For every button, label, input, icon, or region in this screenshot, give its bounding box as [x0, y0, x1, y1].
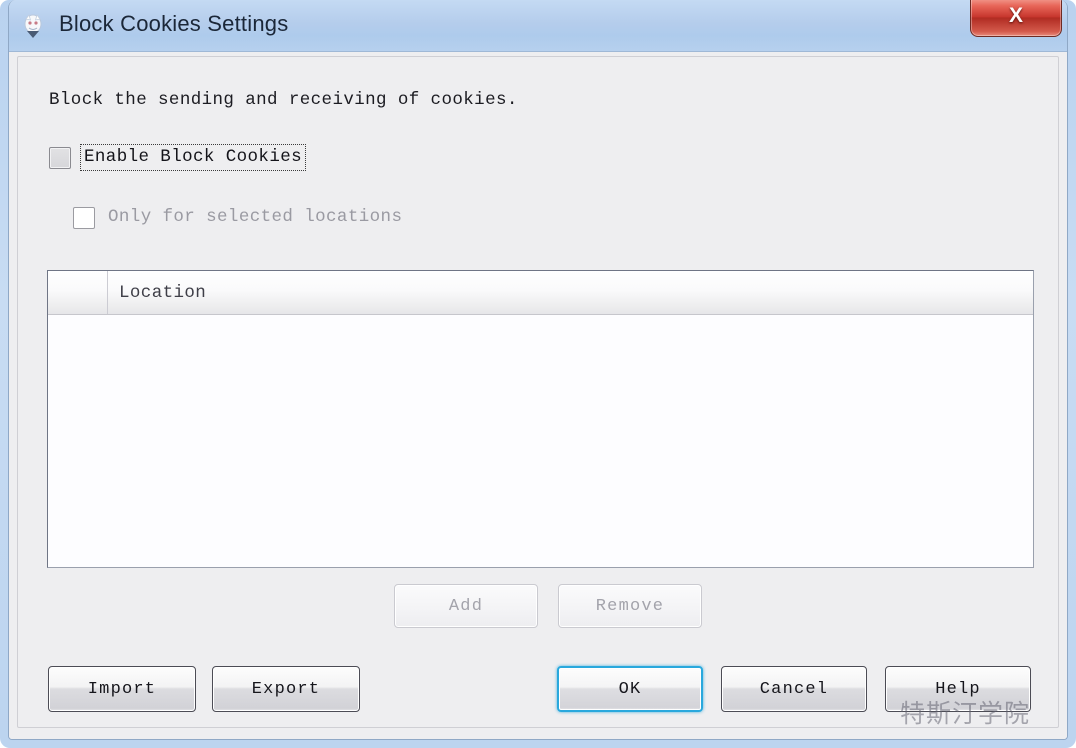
enable-block-cookies-label: Enable Block Cookies: [80, 144, 307, 171]
client-area: Block the sending and receiving of cooki…: [9, 52, 1067, 739]
only-selected-locations-row: Only for selected locations: [73, 204, 406, 231]
help-button[interactable]: Help: [885, 666, 1031, 712]
dialog-window-frame: Block Cookies Settings X Block the sendi…: [0, 0, 1076, 748]
import-button[interactable]: Import: [48, 666, 196, 712]
add-button[interactable]: Add: [394, 584, 538, 628]
dialog-window: Block Cookies Settings X Block the sendi…: [8, 0, 1068, 740]
column-header-location[interactable]: Location: [109, 271, 206, 314]
enable-block-cookies-row[interactable]: Enable Block Cookies: [49, 144, 307, 171]
cancel-button[interactable]: Cancel: [721, 666, 867, 712]
locations-list-body[interactable]: [48, 315, 1033, 567]
locations-list-header: Location: [48, 271, 1033, 315]
column-header-select[interactable]: [48, 271, 108, 314]
app-icon: [19, 11, 47, 41]
title-bar[interactable]: Block Cookies Settings X: [9, 0, 1067, 52]
description-text: Block the sending and receiving of cooki…: [49, 90, 518, 110]
locations-list[interactable]: Location: [47, 270, 1034, 568]
window-title: Block Cookies Settings: [59, 11, 289, 36]
only-selected-locations-checkbox: [73, 206, 95, 229]
remove-button[interactable]: Remove: [558, 584, 702, 628]
export-button[interactable]: Export: [212, 666, 360, 712]
close-icon: X: [1008, 3, 1023, 27]
close-button[interactable]: X: [970, 0, 1062, 37]
content-panel: Block the sending and receiving of cooki…: [17, 56, 1059, 728]
ok-button[interactable]: OK: [557, 666, 703, 712]
only-selected-locations-label: Only for selected locations: [108, 207, 403, 227]
enable-block-cookies-checkbox[interactable]: [49, 146, 71, 169]
